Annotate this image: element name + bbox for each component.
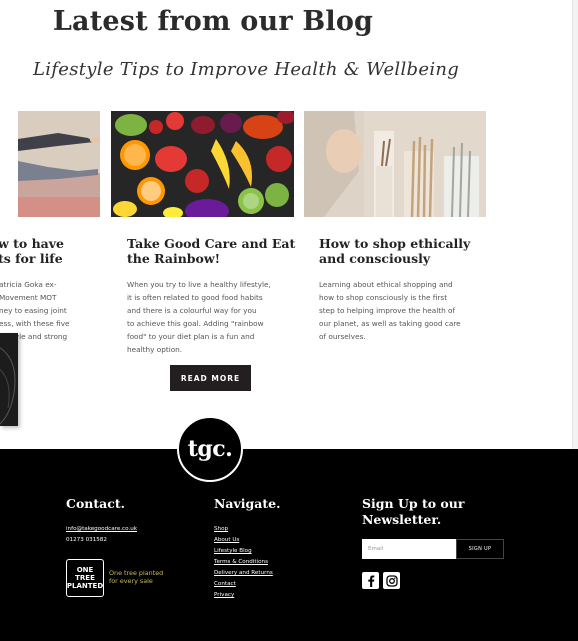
nav-link-terms[interactable]: Terms & Conditions xyxy=(214,559,268,565)
tree-caption-line-2: for every sale xyxy=(109,577,153,585)
nav-link-about-us[interactable]: About Us xyxy=(214,537,239,543)
navigate-heading: Navigate. xyxy=(214,496,281,511)
blog-card-image-yoga[interactable] xyxy=(18,111,100,217)
scrollbar-edge xyxy=(572,0,578,449)
ethical-shopping-photo xyxy=(304,111,486,217)
blog-title: Latest from our Blog xyxy=(52,6,374,37)
card-3-excerpt-line-1: Learning about ethical shopping and xyxy=(319,280,453,289)
facebook-icon[interactable] xyxy=(362,572,379,589)
card-2-title-line-1: Take Good Care and Eat xyxy=(127,236,296,251)
card-1-excerpt-line-2: Movement MOT xyxy=(0,293,57,302)
card-3-excerpt-line-5: of ourselves. xyxy=(319,332,366,341)
card-1-excerpt-line-4: ess, with these five xyxy=(0,319,70,328)
swirl-decoration xyxy=(0,347,16,425)
card-3-excerpt-line-4: our planet, as well as taking good care xyxy=(319,319,461,328)
blog-card-title-3[interactable]: How to shop ethically and consciously xyxy=(319,236,489,266)
nav-link-delivery-returns[interactable]: Delivery and Returns xyxy=(214,570,273,576)
card-2-excerpt-line-6: healthy option. xyxy=(127,345,183,354)
contact-heading: Contact. xyxy=(66,496,125,511)
card-2-excerpt-line-1: When you try to live a healthy lifestyle… xyxy=(127,280,271,289)
tree-caption-line-1: One tree planted xyxy=(109,569,164,577)
blog-card-image-shop[interactable] xyxy=(304,111,486,217)
tgc-logo[interactable]: tgc. xyxy=(177,416,243,482)
card-2-excerpt-line-3: and there is a colourful way for you xyxy=(127,306,257,315)
newsletter-heading: Sign Up to our Newsletter. xyxy=(362,496,464,528)
instagram-icon[interactable] xyxy=(383,572,400,589)
blog-section: Latest from our Blog Lifestyle Tips to I… xyxy=(0,0,572,449)
nav-link-shop[interactable]: Shop xyxy=(214,526,228,532)
tree-caption: One tree planted for every sale xyxy=(109,569,163,585)
card-3-excerpt-line-3: step to helping improve the health of xyxy=(319,306,456,315)
blog-card-title-2[interactable]: Take Good Care and Eat the Rainbow! xyxy=(127,236,297,266)
newsletter-signup-button[interactable]: SIGN UP xyxy=(456,539,504,559)
one-tree-planted-badge: ONE TREE PLANTED xyxy=(66,559,104,597)
nav-link-lifestyle-blog[interactable]: Lifestyle Blog xyxy=(214,548,252,554)
newsletter-email-input[interactable] xyxy=(362,539,456,559)
newsletter-heading-line-1: Sign Up to our xyxy=(362,496,465,511)
card-2-excerpt-line-2: it is often related to good food habits xyxy=(127,293,263,302)
card-2-title-line-2: the Rainbow! xyxy=(127,251,221,266)
nav-link-contact[interactable]: Contact xyxy=(214,581,236,587)
instagram-glyph xyxy=(385,574,398,587)
nav-link-privacy[interactable]: Privacy xyxy=(214,592,234,598)
card-3-title-line-2: and consciously xyxy=(319,251,431,266)
card-2-excerpt-line-5: food" to your diet plan is a fun and xyxy=(127,332,255,341)
card-3-excerpt-line-2: how to shop consciously is the first xyxy=(319,293,448,302)
card-1-title-line-1: w to have xyxy=(0,236,64,251)
card-1-excerpt-line-3: ney to easing joint xyxy=(0,306,67,315)
blog-card-image-food[interactable] xyxy=(111,111,294,217)
rainbow-food-photo xyxy=(111,111,294,217)
read-more-button[interactable]: READ MORE xyxy=(170,365,251,391)
blog-card-excerpt-3: Learning about ethical shopping and how … xyxy=(319,278,489,343)
card-1-title-line-2: ts for life xyxy=(0,251,63,266)
badge-line-1: ONE xyxy=(76,566,94,574)
blog-card-excerpt-2: When you try to live a healthy lifestyle… xyxy=(127,278,297,356)
facebook-glyph xyxy=(367,575,374,587)
badge-line-2: TREE xyxy=(75,574,95,582)
side-panel-decoration xyxy=(0,333,18,426)
yoga-photo xyxy=(18,111,100,217)
blog-subtitle: Lifestyle Tips to Improve Health & Wellb… xyxy=(33,59,460,80)
blog-card-title-1[interactable]: w to have ts for life xyxy=(0,236,100,266)
card-3-title-line-1: How to shop ethically xyxy=(319,236,471,251)
card-1-excerpt-line-1: atricia Goka ex- xyxy=(0,280,57,289)
card-2-excerpt-line-4: to achieve this goal. Adding "rainbow xyxy=(127,319,264,328)
contact-email-link[interactable]: info@takegoodcare.co.uk xyxy=(66,526,137,532)
newsletter-heading-line-2: Newsletter. xyxy=(362,512,442,527)
logo-text: tgc. xyxy=(187,436,233,462)
contact-phone[interactable]: 01273 031582 xyxy=(66,537,107,543)
badge-line-3: PLANTED xyxy=(66,582,104,590)
